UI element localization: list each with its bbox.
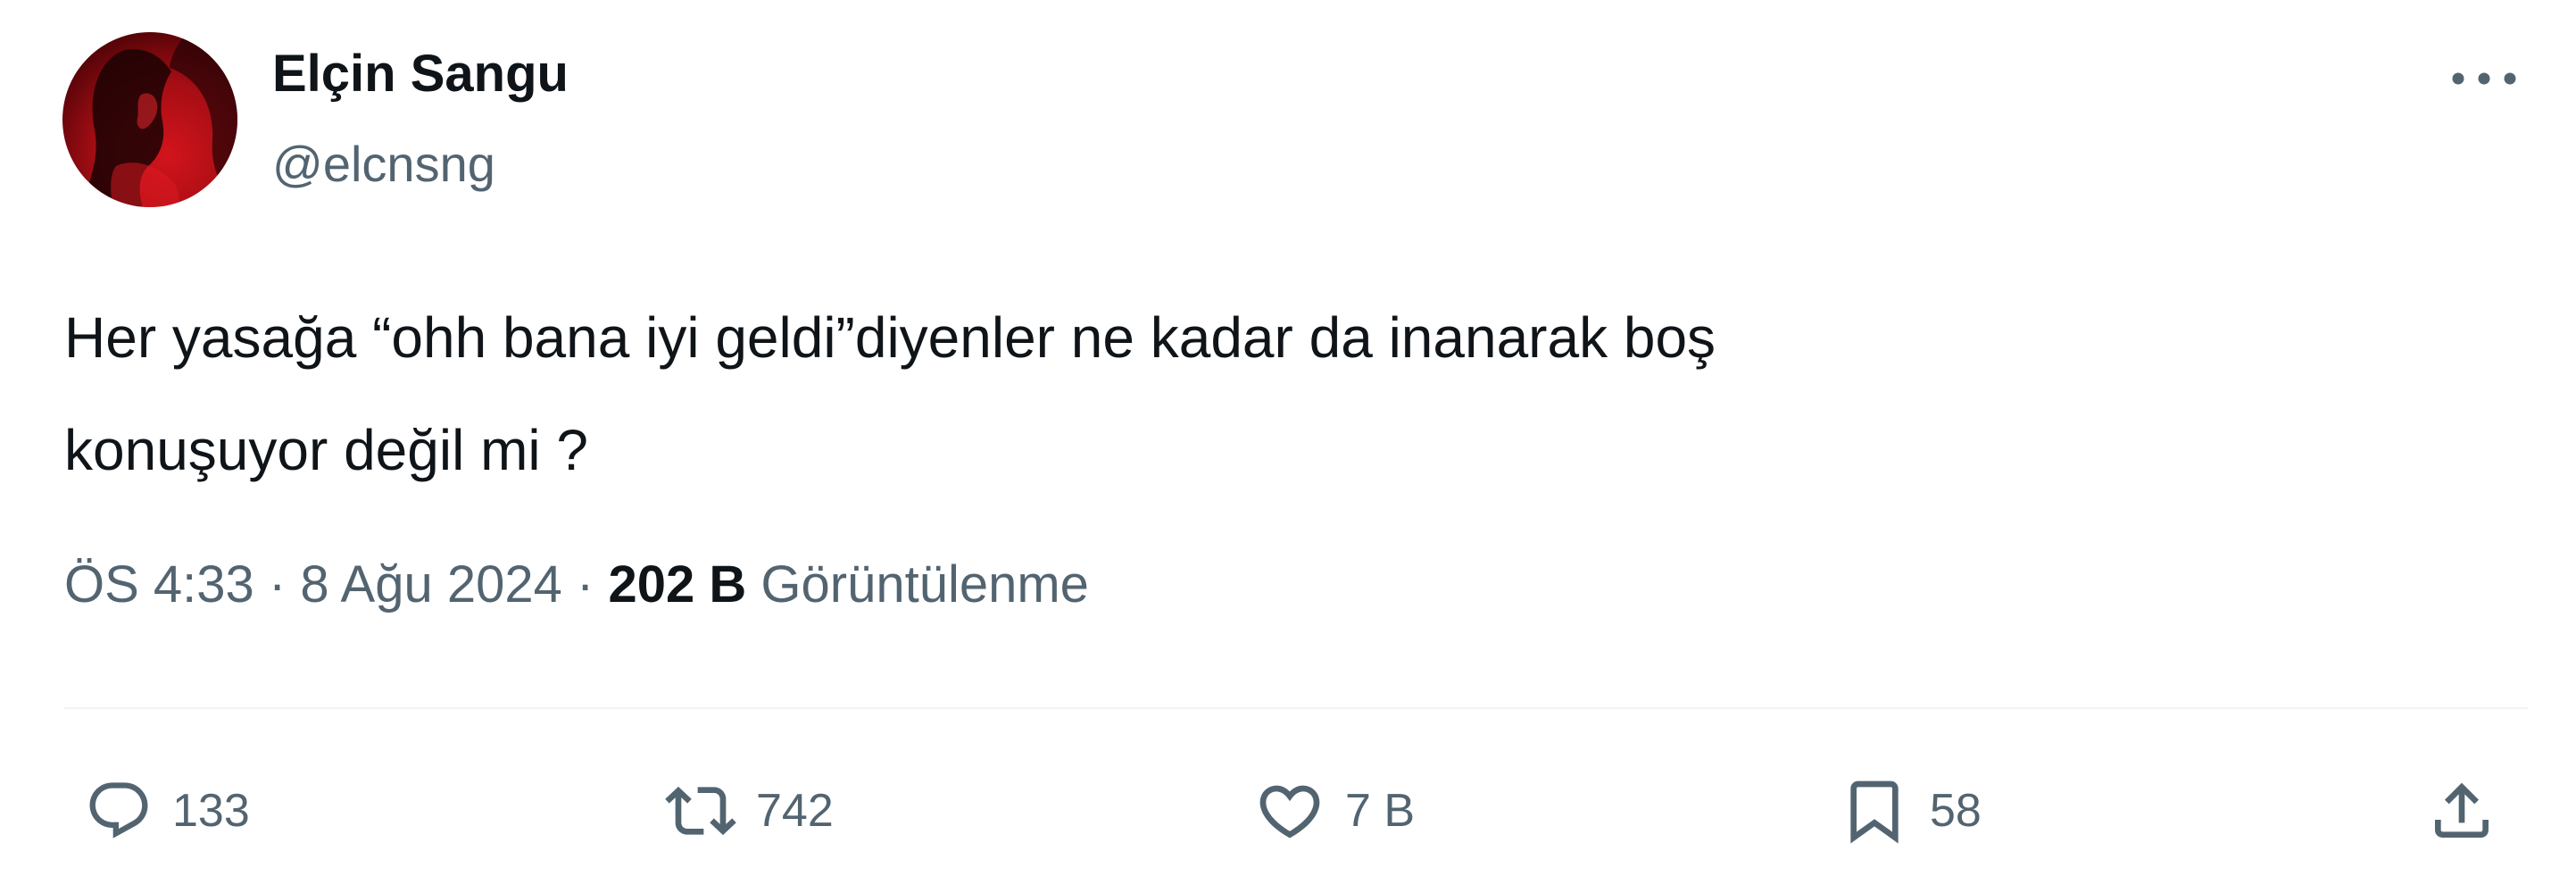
bookmark-icon bbox=[1850, 780, 1899, 844]
reply-count: 133 bbox=[172, 785, 250, 837]
repost-button[interactable]: 742 bbox=[665, 775, 834, 847]
tweet-text-line: Her yasağa “ohh bana iyi geldi”diyenler … bbox=[64, 305, 1716, 370]
heart-icon bbox=[1259, 785, 1320, 839]
tweet-text: Her yasağa “ohh bana iyi geldi”diyenler … bbox=[64, 281, 2474, 506]
author-handle[interactable]: @elcnsng bbox=[272, 134, 495, 195]
more-options-button[interactable] bbox=[2444, 54, 2524, 104]
repost-count: 742 bbox=[756, 785, 834, 837]
repost-arrows-icon bbox=[665, 786, 736, 836]
tweet-time[interactable]: ÖS 4:33 bbox=[64, 555, 254, 613]
author-display-name[interactable]: Elçin Sangu bbox=[272, 43, 569, 105]
reply-button[interactable]: 133 bbox=[85, 775, 250, 847]
divider bbox=[64, 707, 2528, 709]
tweet-meta: ÖS 4:33 · 8 Ağu 2024 · 202 B Görüntülenm… bbox=[64, 554, 1089, 616]
like-button[interactable]: 7 B bbox=[1254, 775, 1415, 847]
share-upload-icon bbox=[2435, 782, 2489, 838]
meta-separator: · bbox=[268, 555, 287, 613]
meta-separator: · bbox=[577, 555, 594, 613]
tweet-text-line: konuşuyor değil mi ? bbox=[64, 418, 588, 482]
avatar-portrait-image bbox=[80, 32, 237, 207]
speech-bubble-icon bbox=[89, 782, 148, 839]
bookmark-button[interactable]: 58 bbox=[1839, 775, 1982, 847]
like-count: 7 B bbox=[1345, 785, 1416, 837]
bookmark-count: 58 bbox=[1930, 785, 1982, 837]
avatar[interactable] bbox=[62, 32, 237, 207]
more-horizontal-icon bbox=[2452, 72, 2516, 85]
views-label: Görüntülenme bbox=[760, 555, 1089, 613]
tweet-date[interactable]: 8 Ağu 2024 bbox=[300, 555, 562, 613]
views-count: 202 B bbox=[608, 555, 747, 613]
share-button[interactable] bbox=[2426, 775, 2497, 847]
